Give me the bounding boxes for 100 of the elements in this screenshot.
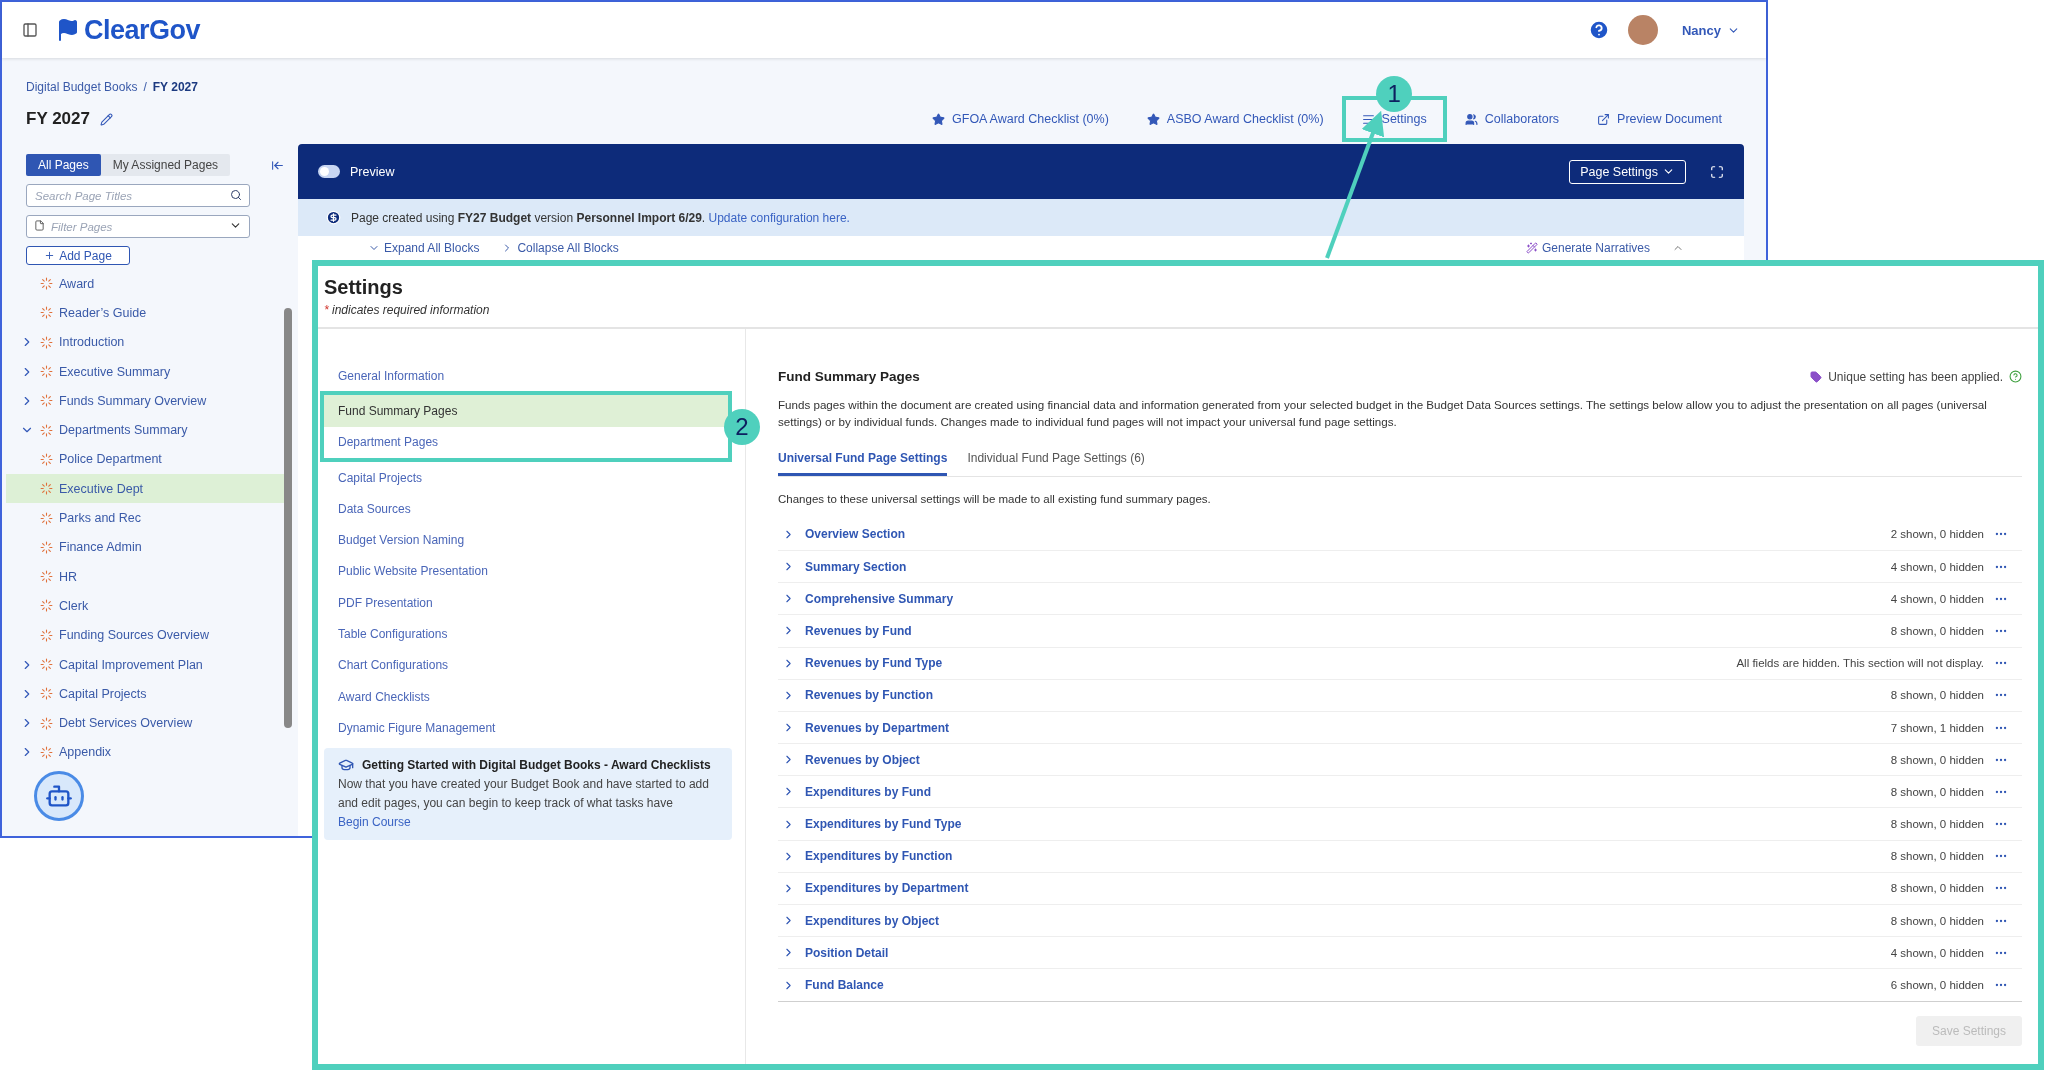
sunburst-icon [40, 394, 53, 408]
page-tree-item[interactable]: Capital Projects [6, 679, 288, 709]
field-count: 8 shown, 0 hidden [1890, 882, 1984, 895]
page-title: Appendix [59, 745, 112, 760]
field-count: 8 shown, 0 hidden [1890, 818, 1984, 831]
logo: ClearGov [56, 14, 201, 46]
help-icon[interactable] [2009, 370, 2022, 383]
toolbar-link[interactable]: Expand All Blocks [368, 241, 480, 255]
toolbar-link[interactable]: Preview Document [1597, 112, 1722, 126]
page-tree-item[interactable]: Funding Sources Overview [6, 620, 288, 650]
page-title: Funding Sources Overview [59, 628, 210, 643]
settings-nav-item[interactable]: Public Website Presentation [324, 555, 728, 588]
settings-tab[interactable]: Universal Fund Page Settings [778, 444, 948, 476]
page-title: Reader’s Guide [59, 305, 147, 320]
settings-nav-item[interactable]: Fund Summary Pages [324, 395, 728, 427]
page-tree-item[interactable]: Parks and Rec [6, 503, 288, 533]
sidebar-toggle-icon[interactable] [22, 22, 38, 38]
tab-note: Changes to these universal settings will be made to all existing fund summary pages. [778, 492, 1212, 505]
section-row-toggle[interactable]: Expenditures by Function [782, 849, 953, 864]
required-note: indicates required information [332, 303, 490, 317]
search-icon[interactable] [230, 189, 242, 201]
page-tree-item[interactable]: Appendix [6, 737, 288, 768]
page-title: Departments Summary [59, 423, 188, 438]
settings-nav-item[interactable]: Table Configurations [324, 618, 728, 650]
page-tree-item[interactable]: Debt Services Overview [6, 708, 288, 738]
section-row-toggle[interactable]: Fund Balance [782, 978, 884, 992]
field-count: 2 shown, 0 hidden [1890, 528, 1984, 541]
section-row-toggle[interactable]: Comprehensive Summary [782, 591, 954, 606]
section-row-toggle[interactable]: Position Detail [782, 945, 889, 960]
settings-nav-item[interactable]: General Information [324, 360, 728, 392]
collapse-panel-icon[interactable] [271, 158, 284, 172]
toolbar-link[interactable]: Generate Narratives [1525, 241, 1650, 255]
page-tree-item[interactable]: Introduction [6, 327, 288, 357]
page-filter-tab[interactable]: All Pages [26, 154, 101, 176]
pencil-icon[interactable] [99, 112, 113, 126]
update-configuration-link[interactable]: Update configuration here. [708, 210, 850, 225]
page-title: Capital Improvement Plan [59, 657, 203, 672]
sunburst-icon [40, 745, 53, 759]
page-tree-item[interactable]: HR [6, 561, 288, 592]
toolbar-link[interactable]: GFOA Award Checklist (0%) [932, 112, 1109, 126]
field-count: 4 shown, 0 hidden [1890, 946, 1984, 959]
section-row-toggle[interactable]: Revenues by Object [782, 752, 920, 767]
page-title: Police Department [59, 452, 162, 467]
page-tree-item[interactable]: Executive Summary [6, 356, 288, 387]
section-row-toggle[interactable]: Revenues by Fund Type [782, 656, 943, 671]
settings-tab[interactable]: Individual Fund Page Settings (6) [967, 444, 1145, 476]
callout-number: 2 [724, 408, 760, 445]
settings-nav-item[interactable]: Chart Configurations [324, 649, 728, 681]
page-tree-item[interactable]: Award [6, 269, 288, 299]
section-row-toggle[interactable]: Revenues by Department [782, 720, 950, 735]
breadcrumb-link[interactable]: Digital Budget Books [26, 80, 138, 94]
page-title: Introduction [59, 335, 125, 350]
section-row-toggle[interactable]: Expenditures by Object [782, 913, 940, 928]
breadcrumb-separator: / [143, 80, 147, 94]
page-tree-item[interactable]: Clerk [6, 591, 288, 621]
breadcrumb-link[interactable]: FY 2027 [152, 80, 198, 94]
toolbar-link[interactable]: ASBO Award Checklist (0%) [1146, 112, 1324, 126]
settings-nav-item[interactable]: Award Checklists [324, 680, 728, 713]
settings-nav-item[interactable]: Dynamic Figure Management [324, 712, 728, 744]
filter-dropdown[interactable]: Filter Pages [26, 215, 250, 238]
page-title: Finance Admin [59, 540, 142, 555]
section-row-toggle[interactable]: Revenues by Fund [782, 623, 912, 638]
assistant-bot-button[interactable] [34, 771, 84, 822]
scrollbar[interactable] [284, 308, 292, 728]
sunburst-icon [40, 365, 53, 379]
begin-course-link[interactable]: Begin Course [338, 815, 411, 830]
page-tree-item[interactable]: Police Department [6, 444, 288, 475]
section-row-toggle[interactable]: Expenditures by Fund [782, 784, 931, 799]
section-row-toggle[interactable]: Expenditures by Fund Type [782, 817, 962, 832]
section-row-toggle[interactable]: Expenditures by Department [782, 881, 969, 896]
page-tree-item[interactable]: Departments Summary [6, 415, 288, 445]
page-filter-tab[interactable]: My Assigned Pages [100, 154, 231, 176]
settings-nav-item[interactable]: PDF Presentation [324, 587, 728, 619]
section-row-toggle[interactable]: Summary Section [782, 559, 907, 574]
fullscreen-icon[interactable] [1710, 164, 1724, 179]
toolbar-link[interactable]: Collaborators [1464, 112, 1560, 126]
page-title: Funds Summary Overview [59, 393, 207, 408]
callout-number: 1 [1376, 76, 1413, 112]
sunburst-icon [40, 277, 53, 291]
preview-toggle[interactable] [318, 165, 340, 178]
settings-nav-item[interactable]: Capital Projects [324, 461, 728, 494]
add-page-button[interactable]: Add Page [26, 246, 130, 265]
section-row-toggle[interactable]: Revenues by Function [782, 688, 934, 703]
avatar[interactable] [1627, 15, 1658, 45]
settings-nav-item[interactable]: Data Sources [324, 493, 728, 525]
section-row-toggle[interactable]: Overview Section [782, 527, 906, 542]
settings-title: Settings [324, 276, 404, 299]
page-tree-item[interactable]: Funds Summary Overview [6, 386, 288, 416]
sunburst-icon [40, 306, 53, 320]
page-tree-item[interactable]: Finance Admin [6, 532, 288, 562]
settings-nav-item[interactable]: Budget Version Naming [324, 524, 728, 556]
search-field[interactable]: Search Page Titles [26, 184, 250, 207]
page-tree-item[interactable]: Reader’s Guide [6, 298, 288, 328]
toolbar-link[interactable]: Collapse All Blocks [501, 241, 619, 255]
page-settings-button[interactable]: Page Settings [1569, 159, 1686, 184]
user-menu-button[interactable]: Nancy [1675, 21, 1746, 39]
field-count: 8 shown, 0 hidden [1890, 689, 1984, 702]
page-title: Executive Dept [59, 481, 144, 496]
page-tree-item[interactable]: Capital Improvement Plan [6, 649, 288, 680]
sunburst-icon [40, 423, 53, 437]
